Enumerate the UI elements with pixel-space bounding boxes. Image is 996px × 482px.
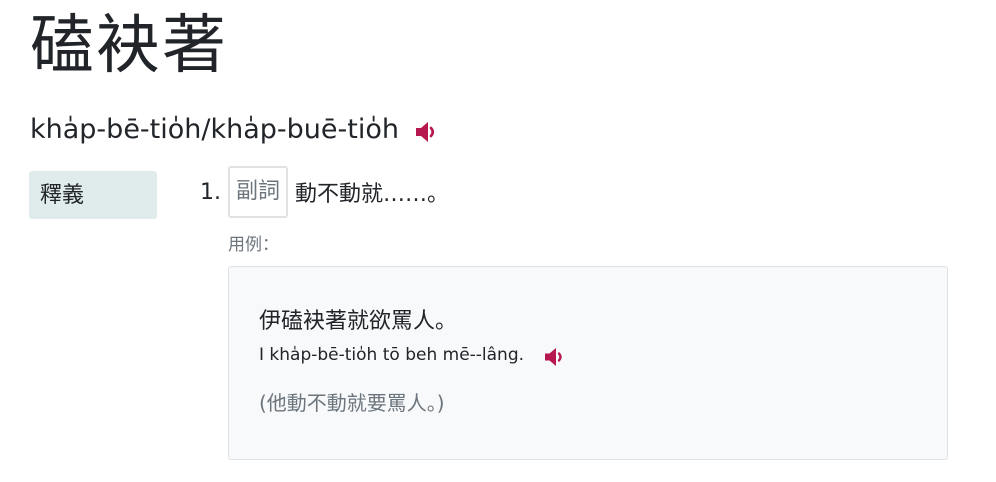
sense-line: 1. 副詞 動不動就……。 bbox=[200, 166, 960, 218]
example-romanization: I kha̍p-bē-tio̍h tō beh mē--lâng. bbox=[259, 345, 525, 365]
example-label: 用例： bbox=[228, 235, 279, 255]
example-translation: (他動不動就要罵人。) bbox=[259, 391, 445, 415]
sense-number: 1. bbox=[200, 179, 221, 205]
definition-text: 動不動就……。 bbox=[295, 182, 450, 207]
romanization-row: kha̍p-bē-tio̍h/kha̍p-buē-tio̍h bbox=[30, 108, 441, 152]
sense-item: 1. 副詞 動不動就……。 用例： 伊磕袂著就欲罵人。 I kha̍p-bē-t… bbox=[200, 166, 960, 460]
example-box: 伊磕袂著就欲罵人。 I kha̍p-bē-tio̍h tō beh mē--lâ… bbox=[228, 266, 948, 460]
part-of-speech-tag: 副詞 bbox=[228, 166, 289, 218]
example-romanization-row: I kha̍p-bē-tio̍h tō beh mē--lâng. bbox=[259, 339, 947, 371]
dictionary-entry-page: 磕袂著 kha̍p-bē-tio̍h/kha̍p-buē-tio̍h 釋義 1.… bbox=[0, 0, 996, 482]
definition-section-label: 釋義 bbox=[29, 171, 157, 219]
volume-up-icon[interactable] bbox=[544, 347, 568, 367]
example-sentence: 伊磕袂著就欲罵人。 bbox=[259, 309, 458, 334]
romanization: kha̍p-bē-tio̍h/kha̍p-buē-tio̍h bbox=[30, 114, 399, 145]
headword: 磕袂著 bbox=[30, 9, 228, 83]
volume-up-icon[interactable] bbox=[415, 121, 441, 143]
